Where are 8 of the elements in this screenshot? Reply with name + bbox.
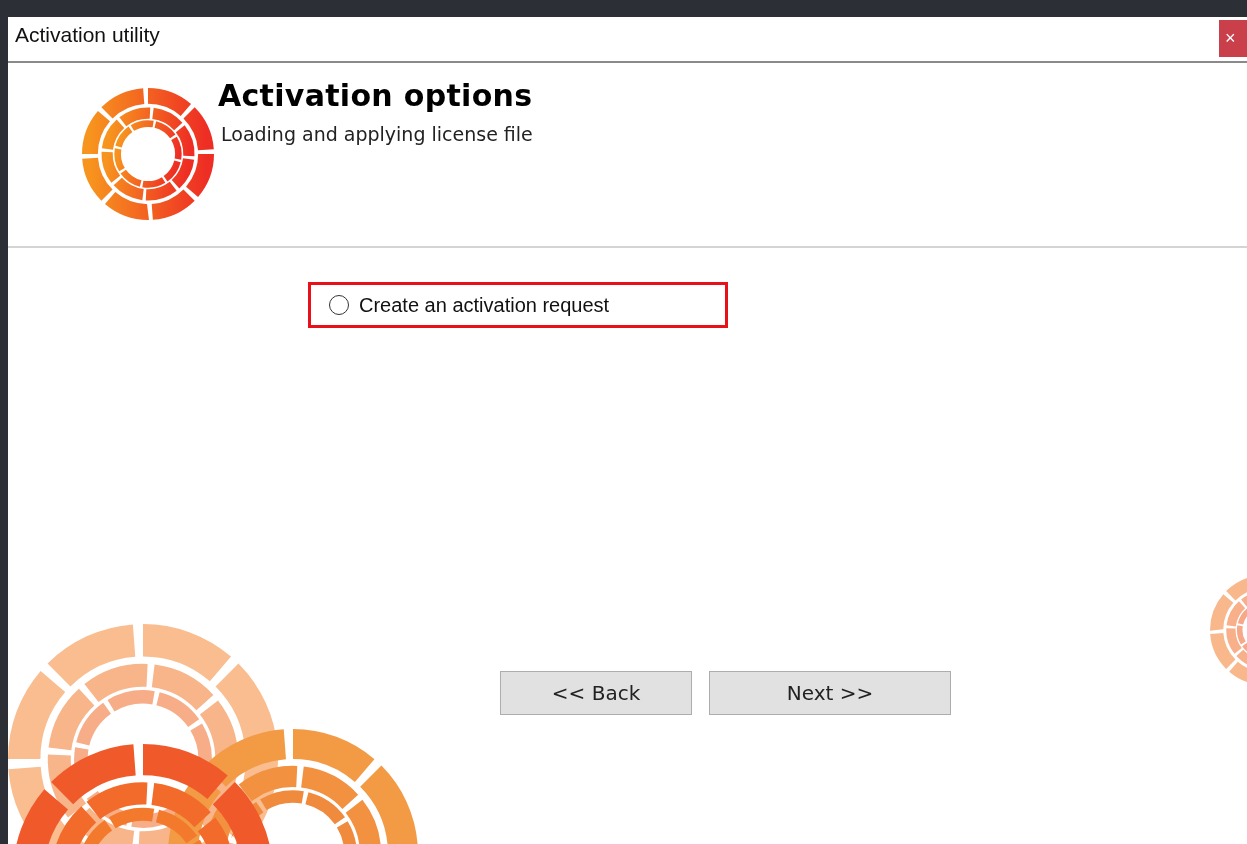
logo-icon [82,88,214,220]
page-subtitle: Loading and applying license file [221,123,533,145]
back-button[interactable]: << Back [500,671,692,715]
page-heading: Activation options [218,78,533,113]
close-button[interactable]: × [1219,20,1247,57]
window-title: Activation utility [15,23,160,47]
next-button[interactable]: Next >> [709,671,951,715]
radio-option[interactable]: Create an activation request [329,293,610,317]
